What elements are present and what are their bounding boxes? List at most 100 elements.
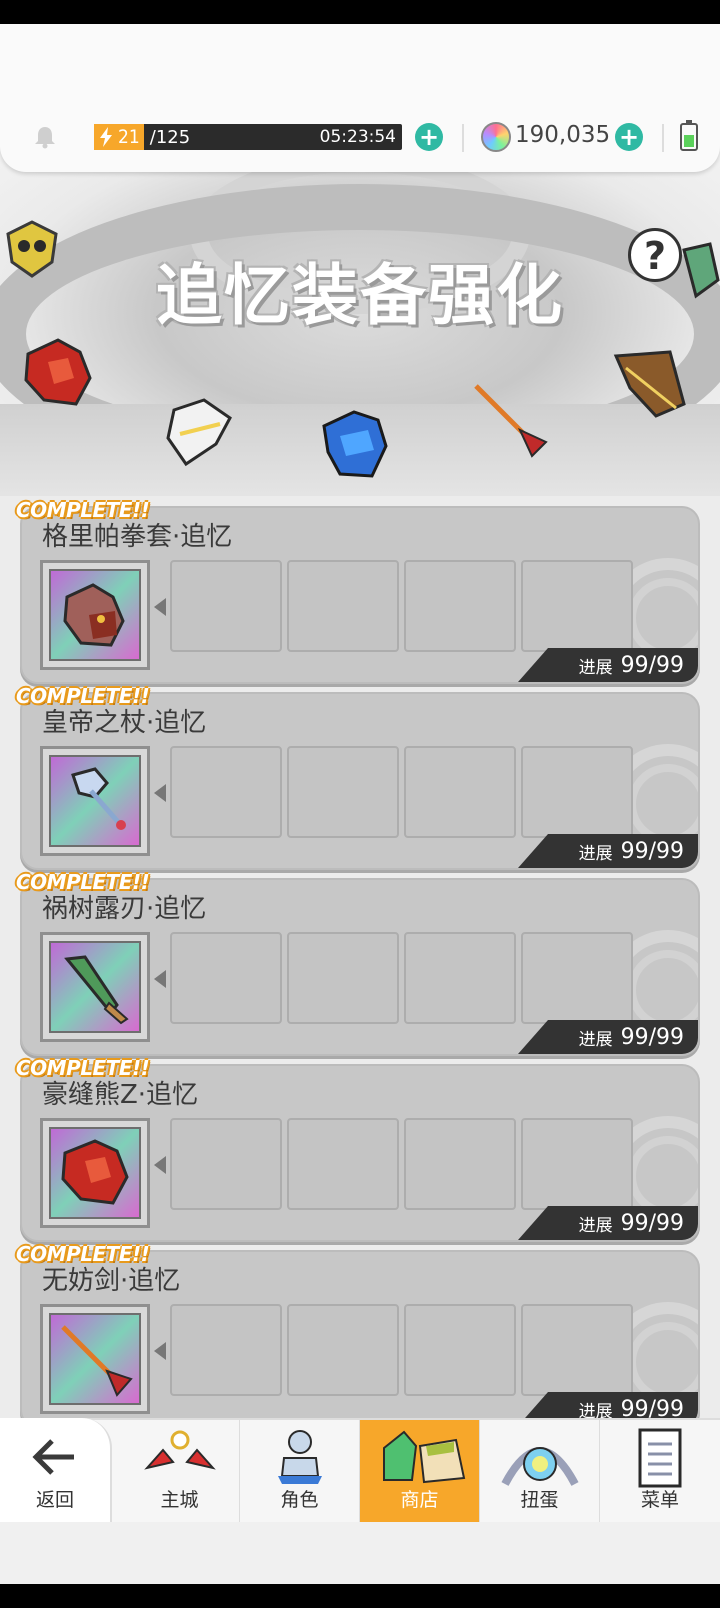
card-decoration [628,578,698,658]
bottom-area [0,1522,720,1584]
add-gems-button[interactable]: + [615,123,643,151]
material-slot[interactable] [521,1118,633,1210]
bell-icon[interactable] [32,124,58,150]
progress-value: 99/99 [620,652,684,678]
system-status-bar [0,0,720,24]
equipment-icon-frame[interactable] [40,1118,150,1228]
progress-label: 进展 [578,843,613,864]
menu-icon [638,1428,682,1488]
divider [462,124,464,152]
progress-label: 进展 [578,657,613,678]
stamina-bar: 21 /125 05:23:54 [94,124,402,150]
add-stamina-button[interactable]: + [415,123,443,151]
nav-label: 角色 [280,1489,319,1511]
material-slot[interactable] [287,746,399,838]
progress-value: 99/99 [620,1396,684,1419]
nav-label: 菜单 [640,1489,679,1511]
progress-panel: 进展 99/99 [518,834,698,868]
back-button[interactable]: 返回 [0,1418,112,1522]
material-slot[interactable] [287,932,399,1024]
material-slot[interactable] [170,560,282,652]
material-slot[interactable] [521,746,633,838]
equipment-icon-frame[interactable] [40,560,150,670]
gauntlet-icon [63,583,125,647]
card-decoration [628,1322,698,1402]
gacha-icon [500,1447,579,1486]
castle-icon [143,1430,216,1470]
arrow-left-icon [32,1439,74,1475]
progress-panel: 进展 99/99 [518,1020,698,1054]
scepter-icon [71,767,126,830]
complete-badge: COMPLETE!! [16,1056,150,1080]
complete-badge: COMPLETE!! [16,498,150,522]
material-slot[interactable] [404,746,516,838]
blue-boot-icon [322,410,388,478]
card-decoration [628,950,698,1030]
progress-panel: 进展 99/99 [518,1392,698,1418]
equipment-icon-frame[interactable] [40,932,150,1042]
card-decoration [628,1136,698,1216]
red-bear-gauntlet-icon [61,1139,129,1205]
equipment-card[interactable]: 豪缝熊Z·追忆 进展 99/99 [20,1064,700,1242]
material-slot[interactable] [404,1118,516,1210]
stamina-max: /125 [149,126,191,148]
green-blade-icon [64,955,129,1025]
equipment-card[interactable]: 皇帝之杖·追忆 进展 99/99 [20,692,700,870]
red-spear-icon [61,1325,133,1397]
character-icon [277,1430,322,1484]
equipment-card[interactable]: 祸树露刃·追忆 进展 99/99 [20,878,700,1056]
arrow-left-icon [154,970,166,988]
progress-panel: 进展 99/99 [518,1206,698,1240]
back-label: 返回 [35,1489,74,1511]
material-slot[interactable] [404,560,516,652]
screen: 21 /125 05:23:54 + 190,035 + 追忆装备强化 ? CO… [0,24,720,1584]
nav-gacha[interactable]: 扭蛋 [480,1420,600,1522]
shop-icon [382,1430,465,1484]
nav-shop[interactable]: 商店 [360,1420,480,1522]
equipment-icon-frame[interactable] [40,746,150,856]
material-slot[interactable] [287,1304,399,1396]
divider [662,124,664,152]
nav-menu[interactable]: 菜单 [600,1420,720,1522]
material-slot[interactable] [170,932,282,1024]
gem-count: 190,035 [515,122,611,148]
material-slot[interactable] [521,932,633,1024]
nav-character[interactable]: 角色 [240,1420,360,1522]
white-scepter-icon [166,398,232,467]
material-slot[interactable] [287,560,399,652]
material-slot[interactable] [170,746,282,838]
material-slot[interactable] [170,1304,282,1396]
complete-badge: COMPLETE!! [16,684,150,708]
material-slot[interactable] [170,1118,282,1210]
complete-badge: COMPLETE!! [16,1242,150,1266]
progress-value: 99/99 [620,1024,684,1050]
nav-main-city[interactable]: 主城 [120,1420,240,1522]
help-button[interactable]: ? [628,228,682,282]
banner-title: 追忆装备强化 [156,257,564,334]
nav-label: 主城 [160,1489,199,1511]
red-gauntlet-icon [24,338,92,406]
material-slot[interactable] [521,1304,633,1396]
material-slot[interactable] [404,932,516,1024]
equipment-card[interactable]: 无妨剑·追忆 进展 99/99 [20,1250,700,1418]
material-slot[interactable] [521,560,633,652]
red-spear-icon [474,384,548,458]
equipment-list[interactable]: COMPLETE!! 格里帕拳套·追忆 进展 99/99 COMPLETE!! … [0,496,720,1418]
crossbow-icon [613,350,686,418]
progress-panel: 进展 99/99 [518,648,698,682]
complete-badge: COMPLETE!! [16,870,150,894]
progress-value: 99/99 [620,838,684,864]
arrow-left-icon [154,1342,166,1360]
material-slot[interactable] [287,1118,399,1210]
gem-icon [481,122,511,152]
card-decoration [628,764,698,844]
progress-label: 进展 [578,1029,613,1050]
system-nav-bar [0,1584,720,1608]
equipment-icon-frame[interactable] [40,1304,150,1414]
progress-label: 进展 [578,1215,613,1236]
arrow-left-icon [154,598,166,616]
equipment-card[interactable]: 格里帕拳套·追忆 进展 99/99 [20,506,700,684]
progress-value: 99/99 [620,1210,684,1236]
material-slot[interactable] [404,1304,516,1396]
arrow-left-icon [154,784,166,802]
